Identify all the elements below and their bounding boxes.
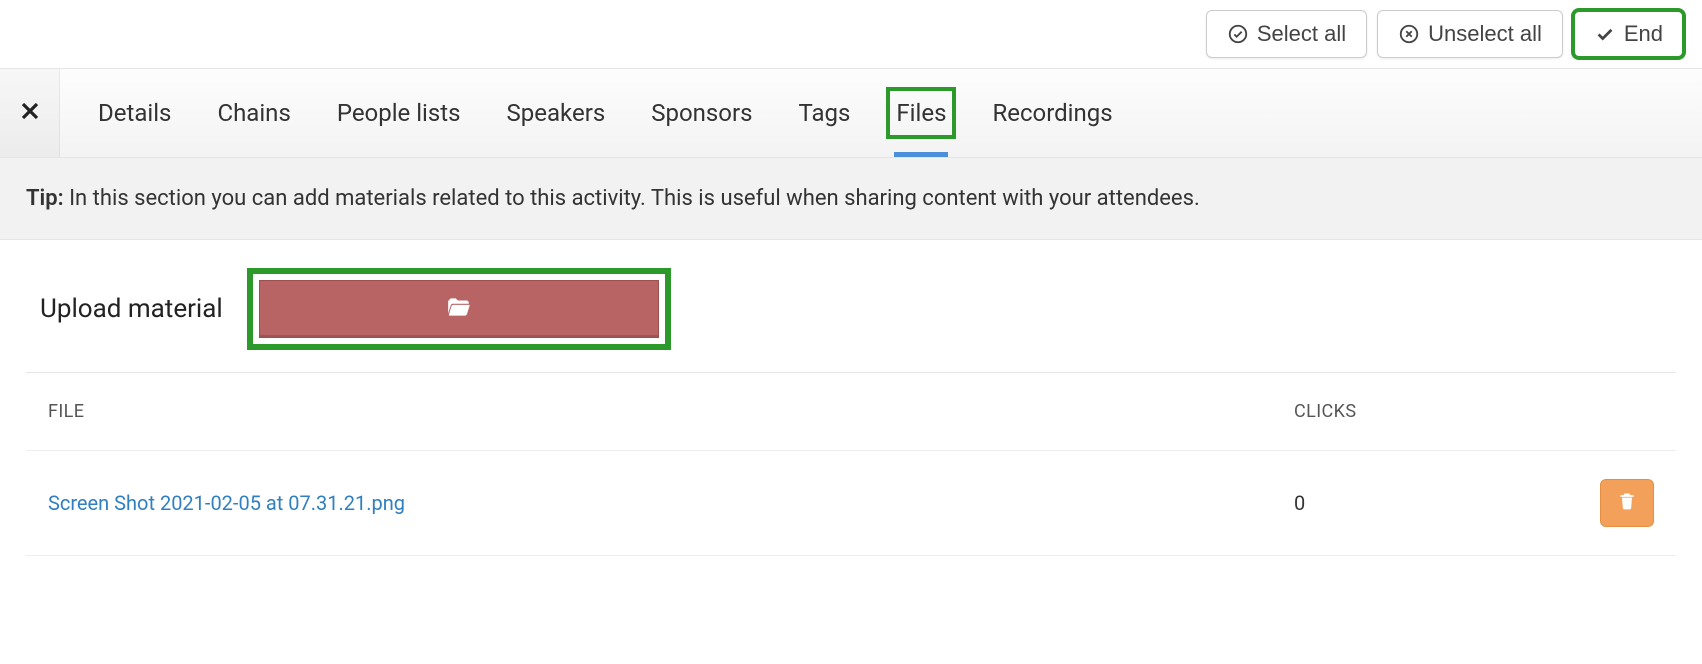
top-toolbar: Select all Unselect all End [0,0,1702,68]
tab-people-lists[interactable]: People lists [333,93,465,133]
trash-icon [1617,490,1637,516]
select-all-label: Select all [1257,21,1346,47]
clicks-value: 0 [1294,491,1554,515]
delete-button[interactable] [1600,479,1654,527]
tab-sponsors[interactable]: Sponsors [647,93,756,133]
tab-files[interactable]: Files [892,93,950,133]
upload-button-highlight [253,274,665,344]
tab-recordings[interactable]: Recordings [988,93,1116,133]
tab-tags[interactable]: Tags [794,93,854,133]
folder-open-icon [444,294,474,324]
close-button[interactable] [0,69,60,157]
tip-label: Tip: [26,186,64,211]
files-table: FILE CLICKS Screen Shot 2021-02-05 at 07… [26,372,1676,556]
table-header: FILE CLICKS [26,373,1676,451]
x-circle-icon [1398,23,1420,45]
upload-section: Upload material [0,240,1702,372]
tip-banner: Tip: In this section you can add materia… [0,158,1702,240]
tip-text: In this section you can add materials re… [69,186,1200,211]
tab-bar: Details Chains People lists Speakers Spo… [0,68,1702,158]
tab-speakers[interactable]: Speakers [503,93,610,133]
upload-label: Upload material [40,294,223,324]
end-button[interactable]: End [1573,10,1684,58]
file-link[interactable]: Screen Shot 2021-02-05 at 07.31.21.png [48,491,1294,515]
select-all-button[interactable]: Select all [1206,10,1367,58]
table-row: Screen Shot 2021-02-05 at 07.31.21.png 0 [26,451,1676,556]
unselect-all-label: Unselect all [1428,21,1542,47]
col-file: FILE [48,401,1294,422]
check-icon [1594,23,1616,45]
check-circle-icon [1227,23,1249,45]
tab-details[interactable]: Details [94,93,175,133]
col-clicks: CLICKS [1294,401,1554,422]
close-icon [18,97,42,130]
end-label: End [1624,21,1663,47]
unselect-all-button[interactable]: Unselect all [1377,10,1563,58]
tabs: Details Chains People lists Speakers Spo… [60,69,1147,157]
upload-button[interactable] [259,280,659,338]
tab-chains[interactable]: Chains [213,93,294,133]
